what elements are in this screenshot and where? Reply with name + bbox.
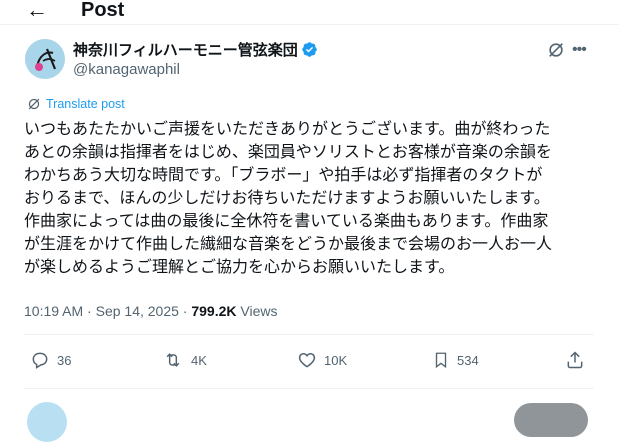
meta-separator: ·	[182, 303, 188, 319]
more-icon[interactable]: •••	[572, 41, 587, 59]
share-icon	[567, 351, 583, 369]
post-line: が生涯をかけて作曲した繊細な音楽をどうか最後まで会場のお一人お一人	[24, 236, 553, 253]
views-label: Views	[240, 303, 278, 319]
like-button[interactable]: 10K	[297, 350, 347, 370]
avatar-logo-icon	[25, 39, 65, 79]
divider	[24, 388, 594, 389]
bookmark-count: 534	[457, 352, 479, 368]
post-line: おりるまで、ほんの少しだけお待ちいただけますようお願いいたします。	[24, 190, 550, 207]
post-line: 作曲家によっては曲の最後に全休符を書いている楽曲もあります。作曲家	[24, 213, 549, 230]
author-name[interactable]: 神奈川フィルハーモニー管弦楽団	[73, 41, 318, 60]
like-count: 10K	[324, 352, 348, 368]
translate-icon	[28, 98, 40, 110]
post-meta: 10:19 AM · Sep 14, 2025 · 799.2K Views	[24, 302, 278, 320]
reply-submit-button[interactable]	[514, 403, 588, 437]
repost-button[interactable]: 4K	[162, 350, 207, 370]
bookmark-button[interactable]: 534	[432, 350, 479, 370]
verified-icon	[301, 42, 317, 57]
divider	[24, 334, 594, 335]
reply-icon	[32, 352, 48, 369]
reply-count: 36	[57, 352, 72, 368]
views-count: 799.2K	[191, 303, 237, 319]
author-name-text: 神奈川フィルハーモニー管弦楽団	[73, 42, 298, 59]
repost-count: 4K	[191, 352, 207, 368]
like-icon	[298, 352, 316, 368]
grok-icon[interactable]	[547, 41, 565, 59]
reply-avatar	[27, 402, 67, 442]
share-button[interactable]	[565, 350, 592, 370]
author-handle[interactable]: @kanagawaphil	[73, 61, 180, 79]
translate-post-link[interactable]: Translate post	[27, 96, 125, 112]
post-line: いつもあたたかいご声援をいただきありがとうございます。曲が終わった	[24, 121, 551, 138]
translate-label: Translate post	[46, 97, 125, 111]
post-date[interactable]: Sep 14, 2025	[96, 303, 179, 319]
reply-button[interactable]: 36	[30, 350, 71, 370]
page-title: Post	[81, 0, 125, 21]
back-arrow-icon[interactable]: ←	[26, 0, 48, 22]
post-line: あとの余韻は指揮者をはじめ、楽団員やソリストとお客様が音楽の余韻を	[24, 144, 552, 161]
repost-icon	[166, 353, 180, 367]
post-line: わかちあう大切な時間です。「ブラボー」や拍手は必ず指揮者のタクトが	[24, 167, 543, 184]
post-line: が楽しめるようご理解とご協力を心からお願いいたします。	[24, 259, 455, 276]
bookmark-icon	[435, 352, 447, 369]
top-bar: ← Post	[0, 0, 619, 25]
post-time[interactable]: 10:19 AM	[24, 303, 83, 319]
post-text: いつもあたたかいご声援をいただきありがとうございます。曲が終わった あとの余韻は…	[24, 118, 594, 279]
avatar[interactable]	[25, 39, 65, 79]
meta-separator: ·	[87, 303, 92, 319]
